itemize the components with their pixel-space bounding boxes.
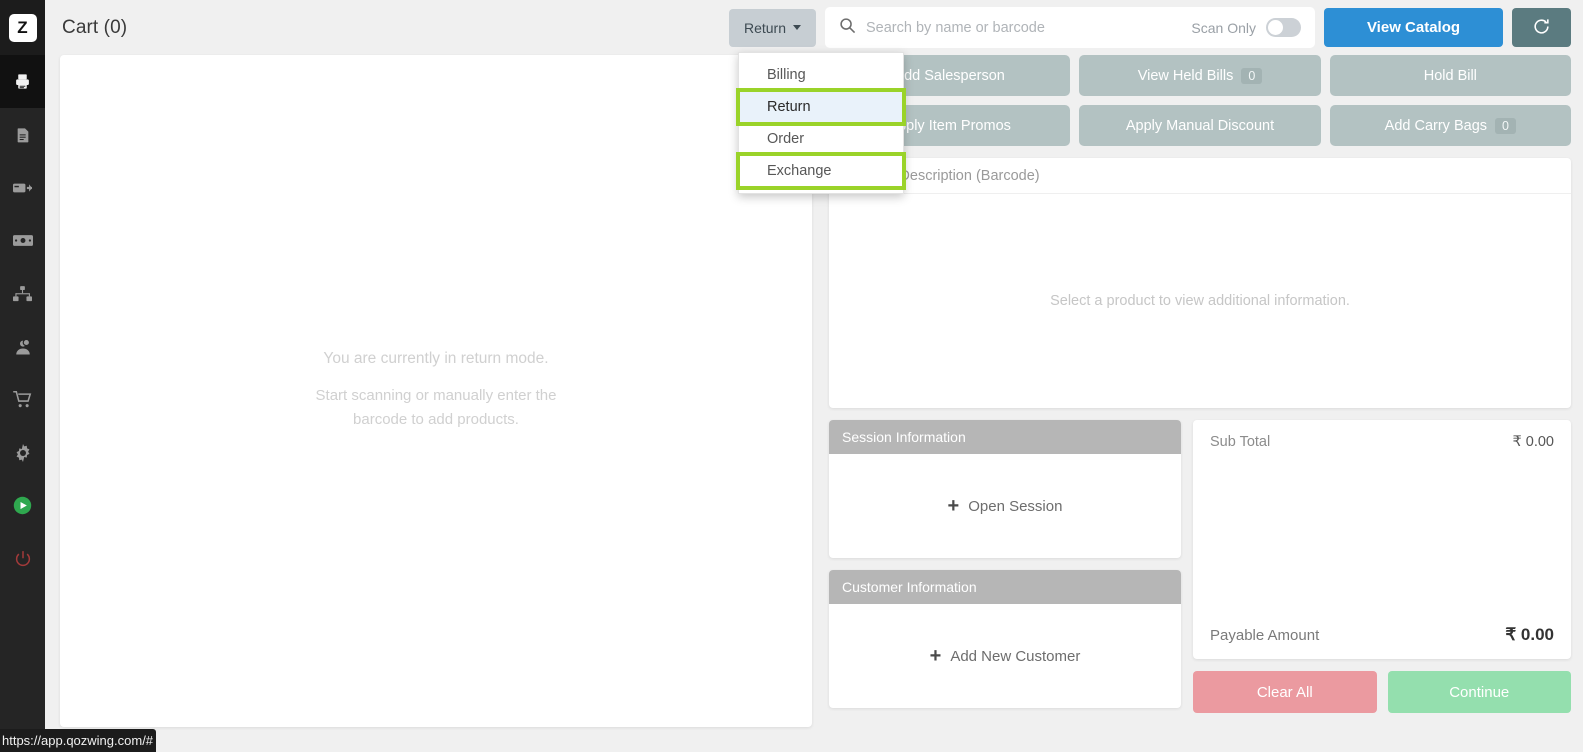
cart-empty-line2: Start scanning or manually enter the bar…	[315, 387, 557, 428]
toggle-knob	[1268, 20, 1283, 35]
status-bar-url: https://app.qozwing.com/#	[0, 729, 156, 752]
user-profile-icon	[14, 338, 32, 356]
action-label: Apply Manual Discount	[1125, 117, 1275, 134]
shopping-cart-icon	[13, 391, 32, 408]
power-icon	[14, 550, 32, 568]
open-session-button[interactable]: + Open Session	[829, 454, 1181, 558]
plus-icon: +	[929, 645, 942, 667]
gear-icon	[14, 443, 32, 462]
scan-only-toggle[interactable]	[1266, 18, 1301, 37]
carry-bags-count-badge: 0	[1495, 117, 1516, 134]
search-icon	[839, 17, 856, 39]
action-label: Add Salesperson	[894, 67, 1005, 84]
payable-amount-value: ₹ 0.00	[1505, 625, 1554, 644]
sidebar-item-payments[interactable]	[0, 161, 45, 214]
chevron-down-icon	[793, 25, 801, 30]
sub-total-value: ₹ 0.00	[1512, 434, 1554, 450]
action-buttons-grid: Add Salesperson View Held Bills 0 Hold B…	[820, 55, 1583, 146]
sub-total-row: Sub Total ₹ 0.00	[1210, 434, 1554, 450]
pos-application: Z Cart (0) Return Search by name or barc…	[0, 0, 1583, 752]
right-column: Add Salesperson View Held Bills 0 Hold B…	[820, 55, 1583, 752]
refresh-button[interactable]	[1512, 8, 1571, 47]
document-icon	[15, 126, 31, 144]
sidebar-item-hierarchy[interactable]	[0, 267, 45, 320]
held-bills-count-badge: 0	[1241, 67, 1263, 84]
totals-column: Sub Total ₹ 0.00 Payable Amount ₹ 0.00 C…	[1193, 420, 1571, 713]
top-header: Cart (0) Return Scan Only Vie	[45, 0, 1583, 55]
logo-text: Z	[8, 13, 37, 42]
mode-dropdown-menu: Billing Return Order Exchange	[736, 52, 906, 194]
plus-icon: +	[947, 495, 960, 517]
session-information-title: Session Information	[829, 420, 1181, 454]
customer-information-title: Customer Information	[829, 570, 1181, 604]
add-carry-bags-button[interactable]: Add Carry Bags 0	[1329, 105, 1571, 146]
play-circle-icon	[13, 496, 32, 515]
sidebar-item-documents[interactable]	[0, 108, 45, 161]
mode-dropdown-label: Return	[743, 19, 786, 36]
sidebar-item-billing[interactable]	[0, 55, 45, 108]
sidebar: Z	[0, 0, 45, 752]
cart-empty-line1: You are currently in return mode.	[323, 350, 549, 367]
payable-amount-label: Payable Amount	[1210, 627, 1320, 644]
dropdown-item-return[interactable]: Return	[736, 88, 906, 126]
action-label: View Held Bills	[1137, 67, 1234, 84]
page-title: Cart (0)	[62, 16, 128, 38]
open-session-label: Open Session	[968, 497, 1063, 515]
cart-empty-state: You are currently in return mode. Start …	[314, 350, 559, 432]
info-column: Session Information + Open Session Custo…	[829, 420, 1181, 713]
hold-bill-button[interactable]: Hold Bill	[1329, 55, 1571, 96]
sidebar-item-start[interactable]	[0, 479, 45, 532]
continue-button[interactable]: Continue	[1387, 671, 1571, 713]
sidebar-item-settings[interactable]	[0, 426, 45, 479]
action-label: Apply Item Promos	[888, 117, 1011, 134]
org-chart-icon	[13, 285, 32, 302]
view-catalog-button[interactable]: View Catalog	[1324, 8, 1503, 47]
product-info-panel: Name & Description (Barcode) Select a pr…	[829, 158, 1571, 408]
add-new-customer-button[interactable]: + Add New Customer	[829, 604, 1181, 708]
card-swipe-icon	[13, 181, 32, 195]
receipt-printer-icon	[14, 73, 31, 90]
add-new-customer-label: Add New Customer	[950, 647, 1081, 665]
scan-only-label: Scan Only	[1191, 19, 1256, 36]
payable-amount-row: Payable Amount ₹ 0.00	[1210, 625, 1554, 645]
cash-note-icon	[12, 234, 33, 247]
dropdown-item-exchange[interactable]: Exchange	[736, 152, 906, 190]
view-held-bills-button[interactable]: View Held Bills 0	[1079, 55, 1321, 96]
sidebar-item-cash[interactable]	[0, 214, 45, 267]
customer-information-card: Customer Information + Add New Customer	[829, 570, 1181, 708]
app-logo[interactable]: Z	[0, 0, 45, 55]
sub-total-label: Sub Total	[1210, 434, 1271, 450]
action-label: Add Carry Bags	[1384, 117, 1488, 134]
apply-manual-discount-button[interactable]: Apply Manual Discount	[1079, 105, 1321, 146]
cart-panel: You are currently in return mode. Start …	[60, 55, 812, 727]
clear-all-button[interactable]: Clear All	[1193, 671, 1377, 713]
sidebar-item-cart[interactable]	[0, 373, 45, 426]
product-info-header: Name & Description (Barcode)	[829, 158, 1571, 194]
session-information-card: Session Information + Open Session	[829, 420, 1181, 558]
sidebar-item-logout[interactable]	[0, 532, 45, 585]
header-controls: Return Scan Only View Catalog	[728, 0, 1583, 55]
lower-section: Session Information + Open Session Custo…	[820, 408, 1583, 713]
final-action-buttons: Clear All Continue	[1193, 671, 1571, 713]
search-container[interactable]: Scan Only	[825, 7, 1315, 48]
product-info-empty: Select a product to view additional info…	[1050, 293, 1350, 309]
refresh-icon	[1532, 17, 1551, 39]
action-label: Hold Bill	[1423, 67, 1477, 84]
search-input[interactable]	[866, 19, 1182, 36]
dropdown-item-order[interactable]: Order	[739, 123, 903, 155]
dropdown-item-billing[interactable]: Billing	[739, 59, 903, 91]
mode-dropdown-button[interactable]: Return	[728, 8, 816, 47]
totals-card: Sub Total ₹ 0.00 Payable Amount ₹ 0.00	[1193, 420, 1571, 659]
sidebar-item-customers[interactable]	[0, 320, 45, 373]
